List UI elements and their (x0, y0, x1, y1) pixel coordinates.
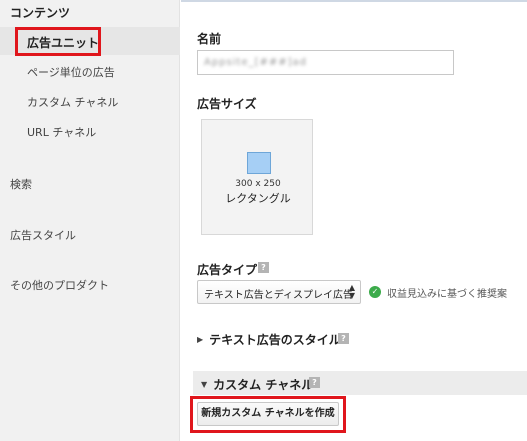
custom-channel-label: カスタム チャネル (213, 378, 314, 392)
sidebar: コンテンツ 広告ユニット ページ単位の広告 カスタム チャネル URL チャネル… (0, 0, 180, 441)
ad-type-hint: 収益見込みに基づく推奨案 (387, 289, 507, 300)
ad-size-dimensions: 300 x 250 (235, 179, 281, 189)
sidebar-item-page-level-ads[interactable]: ページ単位の広告 (27, 64, 115, 80)
help-icon[interactable]: ? (258, 262, 269, 273)
sidebar-section-ad-styles[interactable]: 広告スタイル (10, 227, 76, 243)
ad-size-label: 広告サイズ (197, 97, 257, 111)
triangle-right-icon: ▶ (197, 335, 204, 344)
text-ad-style-toggle[interactable]: ▶ テキスト広告のスタイル (197, 331, 341, 348)
name-input[interactable]: Appsite_[###]ad (197, 50, 454, 75)
sidebar-item-url-channels[interactable]: URL チャネル (27, 124, 96, 140)
check-circle-icon: ✓ (369, 286, 381, 298)
sidebar-heading: コンテンツ (10, 6, 71, 20)
help-icon[interactable]: ? (309, 377, 320, 388)
text-ad-style-label: テキスト広告のスタイル (209, 333, 341, 347)
highlight-box-create-button (190, 396, 346, 433)
highlight-box-ad-units (15, 27, 101, 56)
ad-size-name: レクタングル (225, 192, 291, 205)
ad-size-preview-icon (247, 152, 271, 174)
triangle-down-icon: ▼ (201, 380, 208, 389)
help-icon[interactable]: ? (338, 333, 349, 344)
ad-type-label: 広告タイプ (197, 263, 258, 277)
sidebar-section-other-products[interactable]: その他のプロダクト (10, 277, 109, 293)
name-value: Appsite_[###]ad (204, 57, 308, 68)
custom-channel-toggle: ▼ カスタム チャネル (201, 376, 313, 393)
custom-channel-section-header[interactable]: ▼ カスタム チャネル (193, 371, 527, 395)
ad-size-card-rectangle[interactable]: 300 x 250 レクタングル (201, 119, 313, 235)
sidebar-section-search[interactable]: 検索 (10, 176, 32, 192)
select-arrows-icon: ▲ ▼ (348, 283, 355, 300)
top-divider (181, 0, 527, 3)
name-label: 名前 (197, 32, 222, 46)
sidebar-item-custom-channels[interactable]: カスタム チャネル (27, 94, 118, 110)
ad-type-selected-value: テキスト広告とディスプレイ広告 (204, 290, 353, 301)
ad-type-select[interactable]: テキスト広告とディスプレイ広告 ▲ ▼ (197, 280, 361, 304)
